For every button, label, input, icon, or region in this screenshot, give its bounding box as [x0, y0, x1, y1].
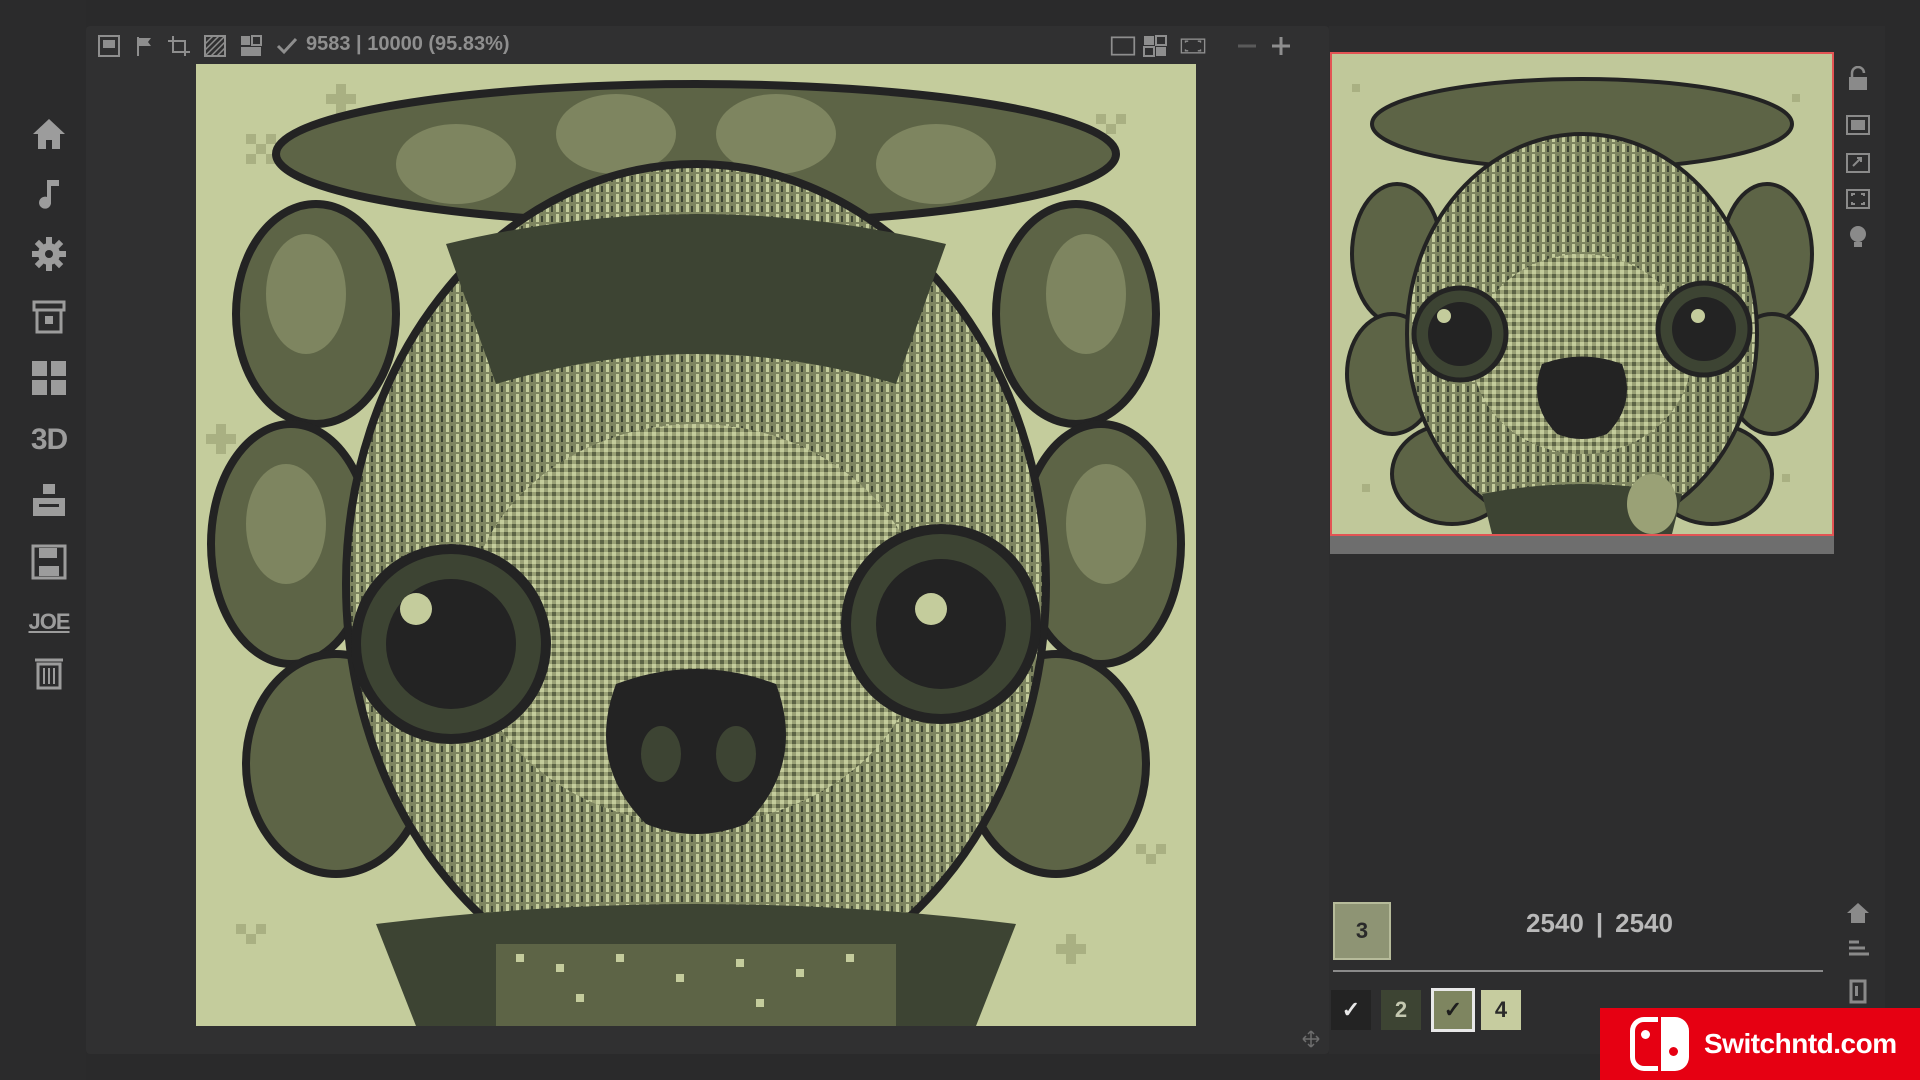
- bookmark-icon[interactable]: [1845, 978, 1871, 1004]
- palette-swatch-4[interactable]: 4: [1481, 990, 1521, 1030]
- home-small-icon[interactable]: [1845, 900, 1871, 926]
- canvas-height: 2540: [1615, 908, 1673, 938]
- expand-icon[interactable]: [1845, 150, 1871, 176]
- current-layer[interactable]: 3: [1333, 902, 1391, 960]
- grid-icon[interactable]: [27, 356, 71, 400]
- layers-icon[interactable]: [238, 34, 264, 58]
- crop-icon[interactable]: [166, 34, 192, 58]
- lightbulb-icon[interactable]: [1845, 224, 1871, 250]
- flag-icon[interactable]: [132, 34, 158, 58]
- lock-icon[interactable]: [1845, 65, 1871, 92]
- canvas-dimensions: 2540 | 2540: [1520, 908, 1679, 939]
- shop-icon[interactable]: [27, 294, 71, 338]
- preview-scroll-strip: [1330, 536, 1834, 554]
- align-icon[interactable]: [1845, 936, 1871, 962]
- pixel-art-canvas[interactable]: [196, 64, 1196, 1026]
- home-icon[interactable]: [27, 112, 71, 156]
- dims-separator: |: [1595, 908, 1604, 938]
- move-handle-icon[interactable]: [1302, 1030, 1320, 1048]
- sidebar: 3D JOE: [0, 0, 86, 1080]
- switch-logo-icon: [1630, 1017, 1690, 1071]
- hatch-icon[interactable]: [202, 34, 228, 58]
- palette-swatch-2[interactable]: 2: [1381, 990, 1421, 1030]
- zoom-out-icon[interactable]: [1234, 34, 1260, 58]
- import-icon[interactable]: [27, 478, 71, 522]
- trash-icon[interactable]: [27, 650, 71, 694]
- divider: [1333, 970, 1823, 972]
- palette-swatch-3[interactable]: ✓: [1431, 988, 1475, 1032]
- gear-icon[interactable]: [27, 232, 71, 276]
- preview-thumbnail[interactable]: [1330, 52, 1834, 536]
- screen-icon[interactable]: [1845, 112, 1871, 138]
- fullscreen-icon[interactable]: [1180, 34, 1218, 58]
- joe-button[interactable]: JOE: [27, 600, 71, 644]
- brand-text: Switchntd.com: [1704, 1028, 1897, 1059]
- floppy-icon[interactable]: [27, 540, 71, 584]
- canvas-width: 2540: [1526, 908, 1584, 938]
- progress-counter: 9583 | 10000 (95.83%): [306, 33, 510, 55]
- palette-swatch-1[interactable]: ✓: [1331, 990, 1371, 1030]
- view-split-icon[interactable]: [1142, 34, 1168, 58]
- fit-icon[interactable]: [1845, 186, 1871, 212]
- 3d-button[interactable]: 3D: [27, 418, 71, 462]
- zoom-in-icon[interactable]: [1268, 34, 1294, 58]
- check-icon: [274, 34, 300, 58]
- view-single-icon[interactable]: [1110, 34, 1140, 58]
- music-note-icon[interactable]: [27, 172, 71, 216]
- frame-icon[interactable]: [96, 34, 122, 58]
- brand-watermark: Switchntd.com: [1600, 1008, 1920, 1080]
